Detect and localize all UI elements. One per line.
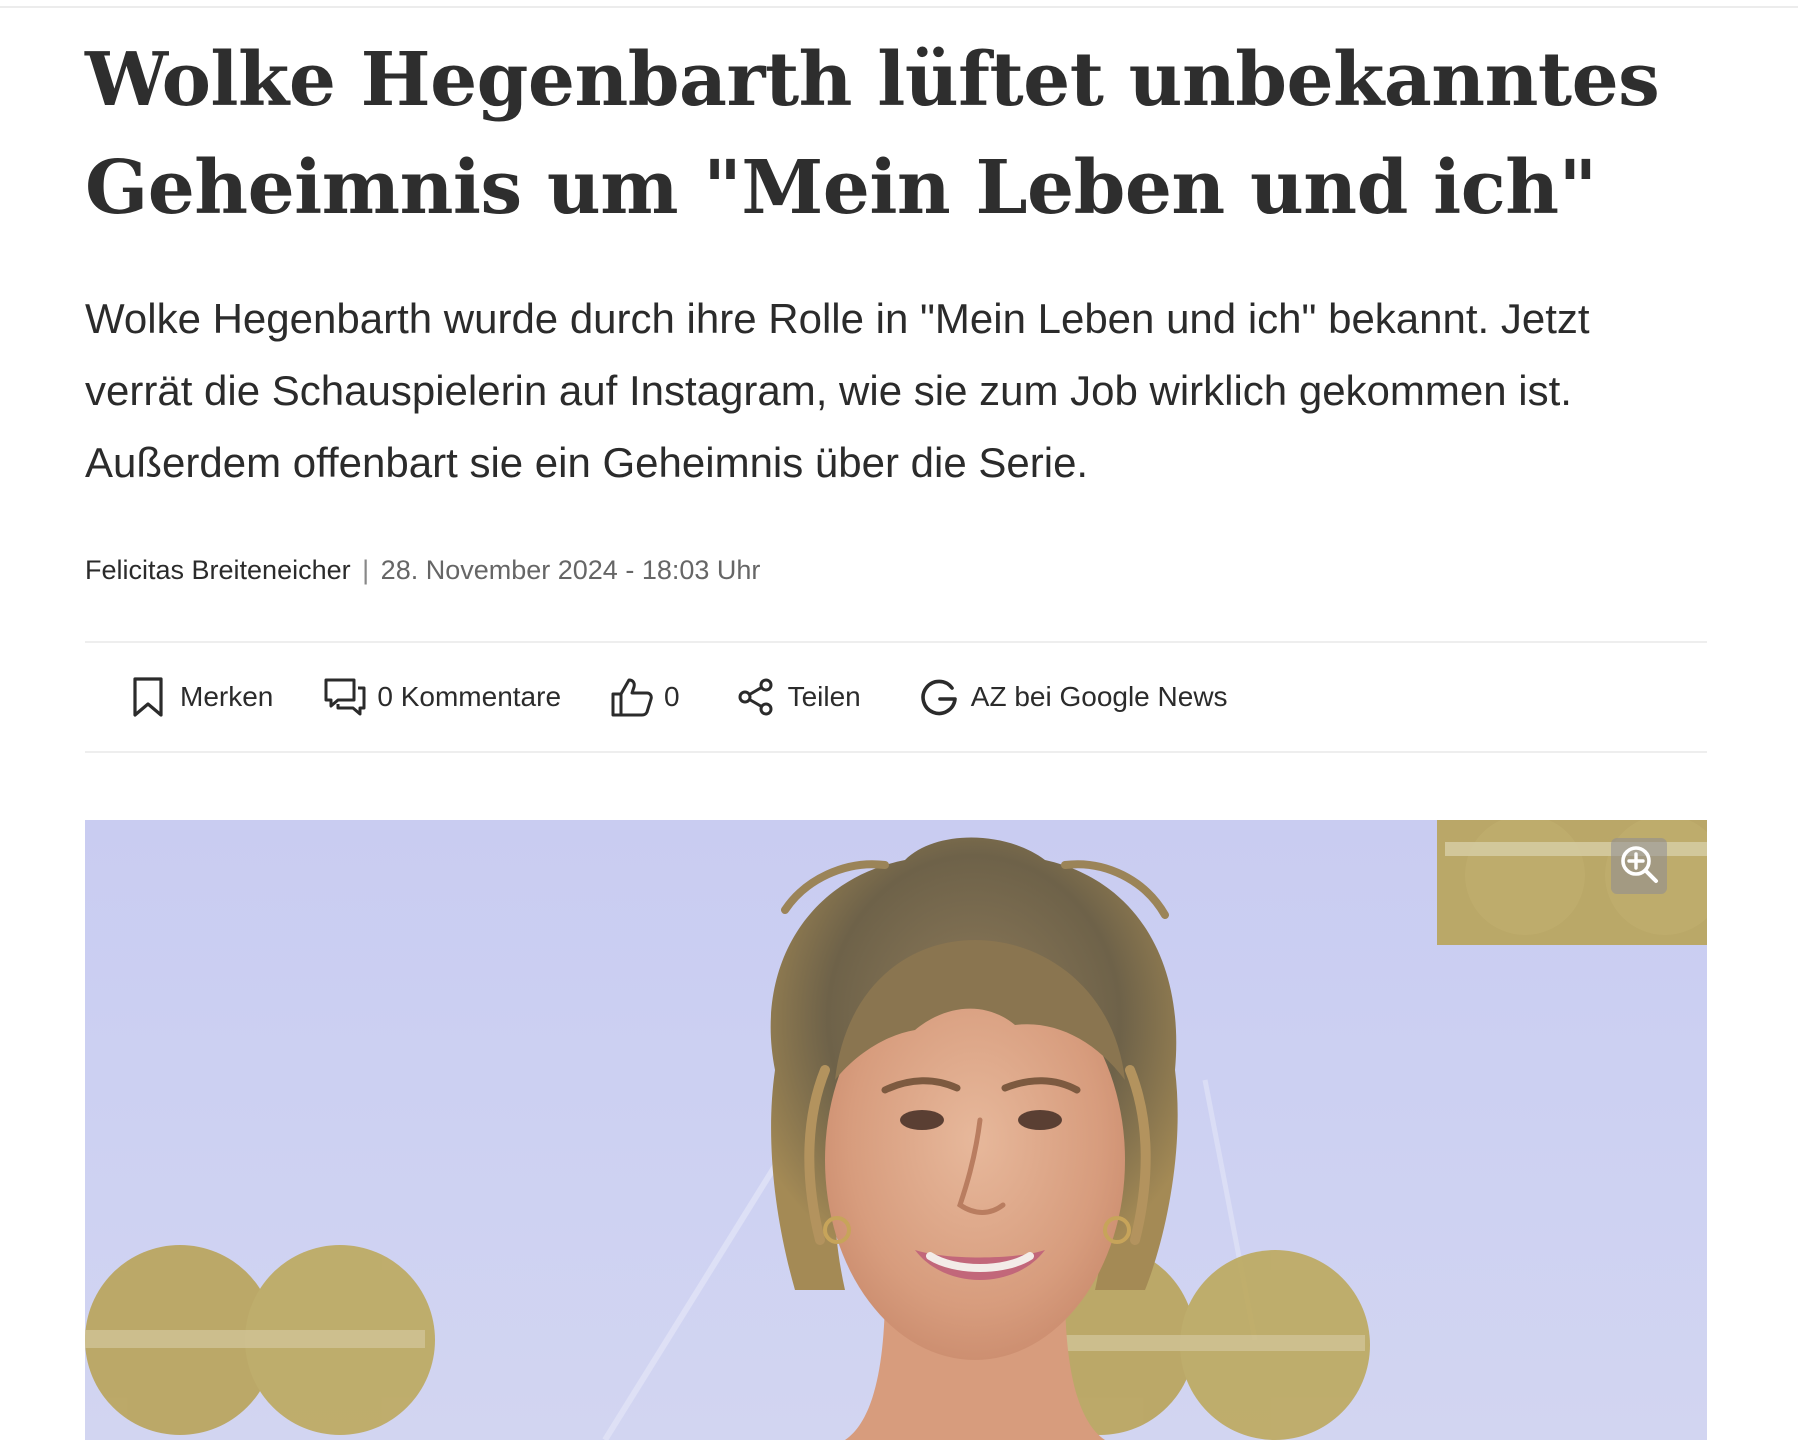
- share-icon: [732, 673, 780, 721]
- zoom-in-icon: [1618, 843, 1660, 890]
- byline-separator: |: [362, 555, 370, 585]
- thumbs-up-icon: [608, 673, 656, 721]
- comments-button[interactable]: 0 Kommentare: [321, 667, 561, 727]
- bookmark-button[interactable]: Merken: [124, 667, 273, 727]
- top-divider: [0, 0, 1798, 8]
- article-headline: Wolke Hegenbarth lüftet unbekanntes Gehe…: [85, 26, 1707, 242]
- article-hero-image[interactable]: [85, 820, 1707, 1440]
- share-label: Teilen: [787, 681, 861, 712]
- article-lead: Wolke Hegenbarth wurde durch ihre Rolle …: [85, 295, 1590, 486]
- likes-count: 0: [664, 681, 680, 712]
- publish-date: 28. November 2024 - 18:03 Uhr: [380, 555, 761, 585]
- author-name[interactable]: Felicitas Breiteneicher: [85, 555, 351, 585]
- share-button[interactable]: Teilen: [732, 667, 861, 727]
- comments-icon: [321, 673, 369, 721]
- byline: Felicitas Breiteneicher | 28. November 2…: [85, 552, 760, 588]
- headline-line-1: Wolke Hegenbarth lüftet unbekanntes: [85, 37, 1660, 123]
- bookmark-icon: [124, 673, 172, 721]
- like-button[interactable]: 0: [608, 667, 680, 727]
- google-news-button[interactable]: AZ bei Google News: [915, 667, 1228, 727]
- zoom-image-button[interactable]: [1611, 838, 1667, 894]
- backdrop-logo-left: [85, 1245, 435, 1435]
- article-action-bar: Merken 0 Kommentare 0 Teilen AZ bei Goog…: [85, 641, 1707, 753]
- google-news-label: AZ bei Google News: [970, 681, 1228, 712]
- google-g-icon: [915, 673, 963, 721]
- hero-photo-illustration: [85, 820, 1707, 1440]
- headline-line-2: Geheimnis um "Mein Leben und ich": [85, 145, 1597, 231]
- comments-label: 0 Kommentare: [377, 681, 562, 712]
- bookmark-label: Merken: [180, 681, 274, 712]
